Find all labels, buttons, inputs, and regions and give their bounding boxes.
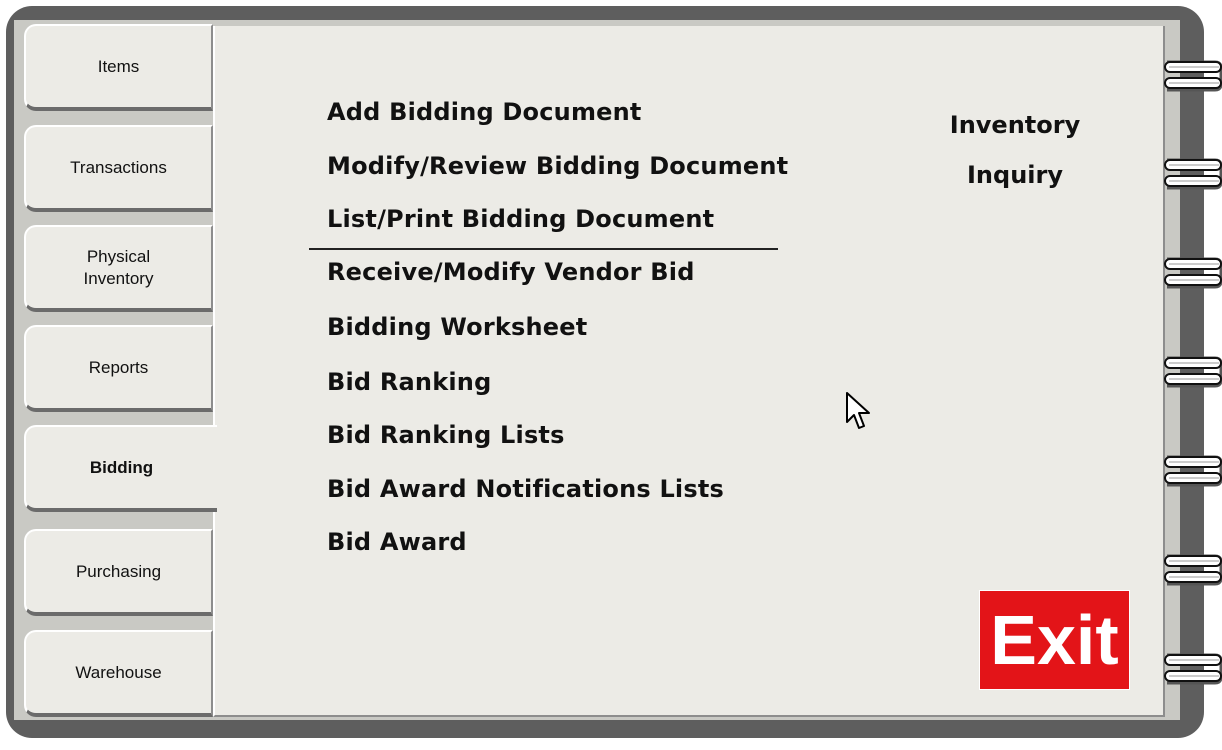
spiral-binding-ring-icon	[1164, 356, 1222, 388]
tab-label: Transactions	[70, 157, 167, 177]
tab-label: Reports	[88, 357, 149, 377]
menu-bid-award[interactable]: Bid Award	[327, 528, 467, 556]
tab-transactions[interactable]: Transactions	[24, 125, 213, 212]
tab-reports[interactable]: Reports	[24, 325, 213, 412]
tab-label: Physical Inventory	[83, 246, 154, 288]
spiral-binding-ring-icon	[1164, 257, 1222, 289]
menu-add-bidding-document[interactable]: Add Bidding Document	[327, 98, 642, 126]
spiral-binding-ring-icon	[1164, 158, 1222, 190]
spiral-binding-ring-icon	[1164, 455, 1222, 487]
tab-bidding[interactable]: Bidding	[24, 425, 217, 512]
exit-button[interactable]: Exit	[979, 590, 1130, 690]
tab-label: Warehouse	[75, 662, 162, 682]
inventory-inquiry-link[interactable]: Inventory Inquiry	[930, 100, 1100, 200]
tab-label: Bidding	[89, 457, 154, 477]
menu-receive-modify-vendor-bid[interactable]: Receive/Modify Vendor Bid	[327, 258, 695, 286]
tab-label: Purchasing	[75, 561, 162, 581]
menu-bid-ranking[interactable]: Bid Ranking	[327, 368, 491, 396]
tab-physical-inventory[interactable]: Physical Inventory	[24, 225, 213, 312]
tab-warehouse[interactable]: Warehouse	[24, 630, 213, 717]
menu-modify-review-bidding-document[interactable]: Modify/Review Bidding Document	[327, 152, 788, 180]
tab-items[interactable]: Items	[24, 24, 213, 111]
tab-purchasing[interactable]: Purchasing	[24, 529, 213, 616]
menu-divider	[309, 248, 778, 250]
menu-list-print-bidding-document[interactable]: List/Print Bidding Document	[327, 205, 714, 233]
spiral-binding-ring-icon	[1164, 653, 1222, 685]
menu-bid-ranking-lists[interactable]: Bid Ranking Lists	[327, 421, 565, 449]
tab-label: Items	[97, 56, 140, 76]
menu-bidding-worksheet[interactable]: Bidding Worksheet	[327, 313, 587, 341]
spiral-binding-ring-icon	[1164, 60, 1222, 92]
menu-bid-award-notifications-lists[interactable]: Bid Award Notifications Lists	[327, 475, 724, 503]
mouse-pointer-icon	[846, 392, 870, 429]
spiral-binding-ring-icon	[1164, 554, 1222, 586]
